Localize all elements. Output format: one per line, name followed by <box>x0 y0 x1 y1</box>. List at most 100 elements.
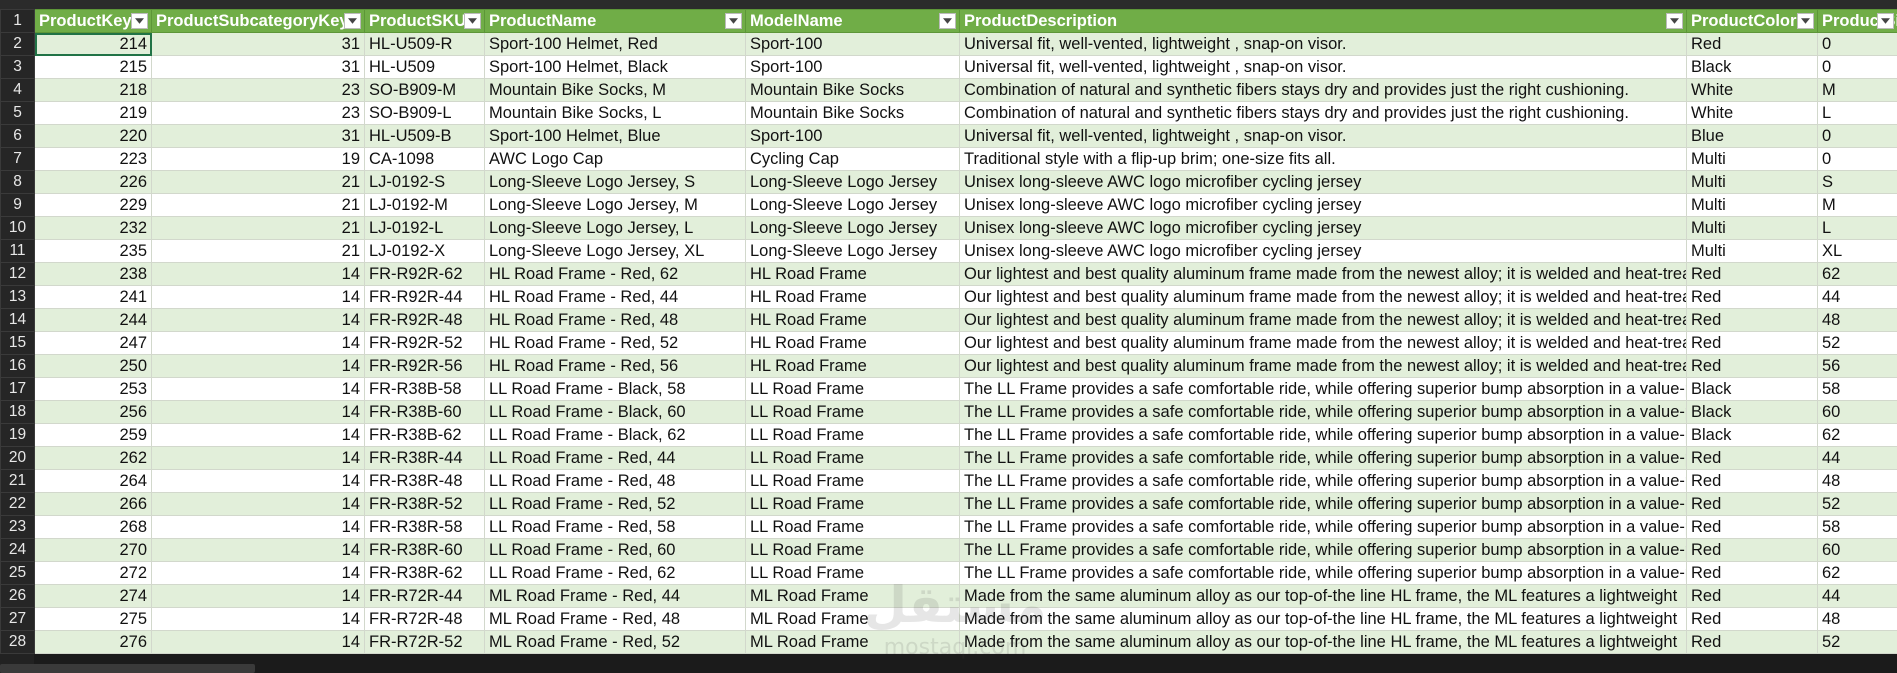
row-number[interactable]: 11 <box>0 239 35 263</box>
cell[interactable]: M <box>1817 193 1897 217</box>
cell[interactable]: 21 <box>151 193 365 217</box>
cell[interactable]: 229 <box>34 193 152 217</box>
cell[interactable]: FR-R92R-52 <box>364 331 485 355</box>
cell[interactable]: The LL Frame provides a safe comfortable… <box>959 400 1687 424</box>
cell[interactable]: HL-U509 <box>364 55 485 79</box>
column-header[interactable]: ProductName <box>484 9 746 33</box>
cell[interactable]: Long-Sleeve Logo Jersey, L <box>484 216 746 240</box>
cell[interactable]: LJ-0192-X <box>364 239 485 263</box>
row-number[interactable]: 2 <box>0 32 35 56</box>
cell[interactable]: White <box>1686 78 1818 102</box>
cell[interactable]: SO-B909-L <box>364 101 485 125</box>
cell[interactable]: FR-R38R-60 <box>364 538 485 562</box>
cell[interactable]: ML Road Frame - Red, 48 <box>484 607 746 631</box>
cell[interactable]: HL Road Frame <box>745 354 960 378</box>
cell[interactable]: Multi <box>1686 239 1818 263</box>
cell[interactable]: 14 <box>151 331 365 355</box>
cell[interactable]: 14 <box>151 607 365 631</box>
cell[interactable]: LL Road Frame - Red, 52 <box>484 492 746 516</box>
filter-dropdown-icon[interactable] <box>1797 13 1814 29</box>
row-number[interactable]: 8 <box>0 170 35 194</box>
cell[interactable]: 274 <box>34 584 152 608</box>
cell[interactable]: 223 <box>34 147 152 171</box>
cell[interactable]: Black <box>1686 377 1818 401</box>
cell[interactable]: HL Road Frame - Red, 62 <box>484 262 746 286</box>
cell[interactable]: Black <box>1686 400 1818 424</box>
row-number[interactable]: 25 <box>0 561 35 585</box>
cell[interactable]: Multi <box>1686 216 1818 240</box>
row-number[interactable]: 19 <box>0 423 35 447</box>
cell[interactable]: Long-Sleeve Logo Jersey <box>745 216 960 240</box>
cell[interactable]: 14 <box>151 354 365 378</box>
cell[interactable]: Mountain Bike Socks, L <box>484 101 746 125</box>
cell[interactable]: 44 <box>1817 446 1897 470</box>
cell[interactable]: Unisex long-sleeve AWC logo microfiber c… <box>959 170 1687 194</box>
cell[interactable]: SO-B909-M <box>364 78 485 102</box>
filter-dropdown-icon[interactable] <box>1877 13 1894 29</box>
cell[interactable]: Mountain Bike Socks <box>745 78 960 102</box>
cell[interactable]: Black <box>1686 55 1818 79</box>
cell[interactable]: HL-U509-B <box>364 124 485 148</box>
row-number[interactable]: 14 <box>0 308 35 332</box>
cell[interactable]: Mountain Bike Socks <box>745 101 960 125</box>
cell[interactable]: 14 <box>151 308 365 332</box>
cell[interactable]: 44 <box>1817 584 1897 608</box>
horizontal-scrollbar[interactable] <box>0 664 255 673</box>
cell[interactable]: 58 <box>1817 377 1897 401</box>
cell[interactable]: HL Road Frame - Red, 56 <box>484 354 746 378</box>
row-number[interactable]: 1 <box>0 9 35 33</box>
cell[interactable]: 14 <box>151 630 365 654</box>
cell[interactable]: 256 <box>34 400 152 424</box>
cell[interactable]: Long-Sleeve Logo Jersey, M <box>484 193 746 217</box>
cell[interactable]: White <box>1686 101 1818 125</box>
cell[interactable]: HL Road Frame <box>745 331 960 355</box>
cell[interactable]: 214 <box>34 32 152 56</box>
row-number[interactable]: 22 <box>0 492 35 516</box>
cell[interactable]: Blue <box>1686 124 1818 148</box>
cell[interactable]: The LL Frame provides a safe comfortable… <box>959 446 1687 470</box>
cell[interactable]: 0 <box>1817 124 1897 148</box>
cell[interactable]: 58 <box>1817 515 1897 539</box>
cell[interactable]: Long-Sleeve Logo Jersey, S <box>484 170 746 194</box>
cell[interactable]: Combination of natural and synthetic fib… <box>959 101 1687 125</box>
cell[interactable]: 21 <box>151 216 365 240</box>
cell[interactable]: ML Road Frame <box>745 630 960 654</box>
cell[interactable]: The LL Frame provides a safe comfortable… <box>959 377 1687 401</box>
cell[interactable]: M <box>1817 78 1897 102</box>
cell[interactable]: ML Road Frame <box>745 584 960 608</box>
cell[interactable]: Unisex long-sleeve AWC logo microfiber c… <box>959 193 1687 217</box>
cell[interactable]: 0 <box>1817 32 1897 56</box>
cell[interactable]: The LL Frame provides a safe comfortable… <box>959 515 1687 539</box>
cell[interactable]: 262 <box>34 446 152 470</box>
cell[interactable]: HL-U509-R <box>364 32 485 56</box>
cell[interactable]: 62 <box>1817 561 1897 585</box>
cell[interactable]: LL Road Frame - Red, 62 <box>484 561 746 585</box>
cell[interactable]: L <box>1817 216 1897 240</box>
cell[interactable]: Red <box>1686 561 1818 585</box>
cell[interactable]: 0 <box>1817 55 1897 79</box>
column-header[interactable]: ProductKey <box>34 9 152 33</box>
cell[interactable]: Red <box>1686 308 1818 332</box>
cell[interactable]: Red <box>1686 331 1818 355</box>
cell[interactable]: 247 <box>34 331 152 355</box>
cell[interactable]: Long-Sleeve Logo Jersey, XL <box>484 239 746 263</box>
row-number[interactable]: 20 <box>0 446 35 470</box>
cell[interactable]: HL Road Frame <box>745 262 960 286</box>
row-number[interactable]: 21 <box>0 469 35 493</box>
row-number[interactable]: 4 <box>0 78 35 102</box>
cell[interactable]: HL Road Frame <box>745 285 960 309</box>
cell[interactable]: Traditional style with a flip-up brim; o… <box>959 147 1687 171</box>
cell[interactable]: 270 <box>34 538 152 562</box>
cell[interactable]: HL Road Frame - Red, 44 <box>484 285 746 309</box>
cell[interactable]: 0 <box>1817 147 1897 171</box>
cell[interactable]: LL Road Frame <box>745 561 960 585</box>
row-number[interactable]: 5 <box>0 101 35 125</box>
cell[interactable]: 19 <box>151 147 365 171</box>
cell[interactable]: Red <box>1686 492 1818 516</box>
filter-dropdown-icon[interactable] <box>344 13 361 29</box>
cell[interactable]: LJ-0192-L <box>364 216 485 240</box>
cell[interactable]: ML Road Frame - Red, 52 <box>484 630 746 654</box>
cell[interactable]: ML Road Frame - Red, 44 <box>484 584 746 608</box>
filter-dropdown-icon[interactable] <box>1666 13 1683 29</box>
cell[interactable]: LL Road Frame - Black, 62 <box>484 423 746 447</box>
